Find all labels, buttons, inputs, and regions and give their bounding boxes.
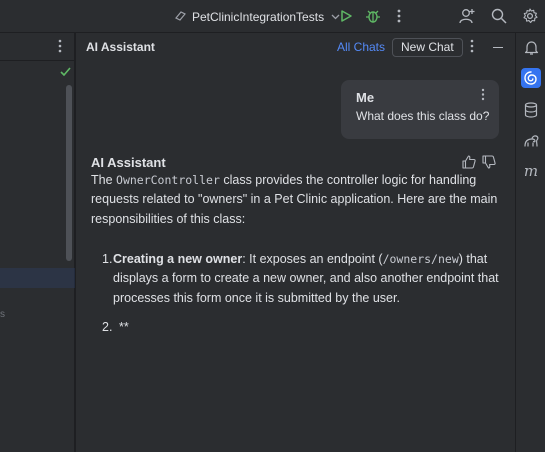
- list-item: 1. Creating a new owner: It exposes an e…: [102, 250, 502, 308]
- list-number: 2.: [102, 320, 113, 334]
- check-icon: [60, 67, 71, 79]
- user-message: Me What does this class do?: [341, 80, 499, 139]
- run-config-label: PetClinicIntegrationTests: [192, 10, 325, 24]
- assistant-author: AI Assistant: [91, 155, 166, 170]
- gradle-icon[interactable]: [521, 131, 541, 151]
- assistant-intro: The OwnerController class provides the c…: [91, 171, 501, 229]
- inline-code: /owners/new: [382, 252, 459, 266]
- m-icon[interactable]: m: [521, 161, 541, 181]
- run-icon[interactable]: [336, 6, 356, 26]
- new-chat-button[interactable]: New Chat: [392, 38, 463, 57]
- vertical-scrollbar[interactable]: [66, 85, 72, 261]
- list-number: 1.: [102, 252, 113, 266]
- more-icon[interactable]: [470, 39, 474, 56]
- project-panel-header: [0, 33, 74, 61]
- search-icon[interactable]: [489, 6, 509, 26]
- debug-icon[interactable]: [363, 6, 383, 26]
- run-config-icon: [174, 9, 187, 25]
- database-icon[interactable]: [521, 100, 541, 120]
- chat-header: AI Assistant All Chats New Chat: [76, 33, 515, 62]
- list-item: 2. **: [102, 318, 129, 337]
- settings-icon[interactable]: [520, 6, 540, 26]
- ai-assistant-icon[interactable]: [521, 68, 541, 88]
- ai-assistant-panel: AI Assistant All Chats New Chat Me What …: [76, 33, 515, 452]
- main-toolbar: PetClinicIntegrationTests: [0, 0, 545, 33]
- project-tool-window: s: [0, 33, 75, 452]
- right-tool-strip: m: [515, 33, 545, 452]
- all-chats-link[interactable]: All Chats: [337, 40, 385, 54]
- list-item-heading: Creating a new owner: [113, 252, 243, 266]
- selected-tree-row[interactable]: [0, 268, 75, 288]
- more-icon[interactable]: [481, 88, 485, 104]
- minimize-icon[interactable]: [493, 47, 503, 48]
- message-author: Me: [356, 90, 375, 105]
- truncated-tree-text: s: [0, 309, 5, 320]
- inline-code: OwnerController: [116, 173, 220, 187]
- run-configuration-selector[interactable]: PetClinicIntegrationTests: [174, 7, 340, 27]
- more-icon[interactable]: [54, 39, 66, 55]
- list-item-text: : It exposes an endpoint (: [242, 252, 383, 266]
- intro-text: The: [91, 173, 117, 187]
- thumbs-down-icon[interactable]: [482, 155, 496, 169]
- responsibilities-list: 1. Creating a new owner: It exposes an e…: [102, 250, 502, 334]
- panel-title: AI Assistant: [86, 40, 155, 54]
- notifications-icon[interactable]: [521, 38, 541, 58]
- message-text: What does this class do?: [356, 109, 490, 123]
- add-user-icon[interactable]: [457, 6, 477, 26]
- thumbs-up-icon[interactable]: [462, 155, 476, 169]
- more-icon[interactable]: [389, 6, 409, 26]
- list-item-text: **: [119, 320, 129, 334]
